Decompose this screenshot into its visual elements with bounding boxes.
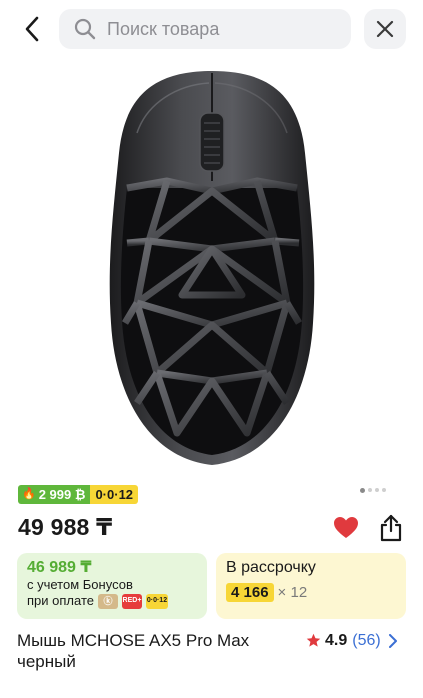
product-rating[interactable]: 4.9 (56) (306, 630, 399, 651)
chevron-left-icon (25, 16, 39, 42)
pagination-dot (382, 488, 386, 492)
installment-card[interactable]: В рассрочку 4 166 × 12 (216, 553, 406, 619)
product-image-gallery[interactable] (0, 58, 423, 478)
bonus-badge: 🔥 2 999 ₿ (18, 485, 91, 504)
pagination-dot-active (360, 487, 365, 493)
chevron-right-icon (388, 633, 397, 648)
rating-value: 4.9 (325, 631, 348, 649)
installment-logo-icon: 0·0·12 (145, 593, 168, 609)
bonus-price-caption: с учетом Бонусов (27, 577, 133, 592)
review-count-link[interactable]: (56) (352, 632, 380, 650)
bonus-badge-label: 2 999 ₿ (38, 487, 86, 502)
search-icon (74, 18, 96, 40)
flame-icon: 🔥 (22, 488, 36, 500)
pagination-dot (368, 488, 372, 492)
bonus-price-card[interactable]: 46 989 ₸ с учетом Бонусов при оплате ⓚ R… (17, 553, 207, 619)
installment-title: В рассрочку (226, 559, 316, 576)
installment-months: × 12 (277, 584, 308, 601)
close-button[interactable] (364, 9, 406, 49)
installment-badge: 0·0·12 (90, 485, 139, 504)
product-image (109, 71, 314, 465)
payment-methods-row: при оплате ⓚ RED+ 0·0·12 (27, 593, 197, 609)
product-price: 49 988 ₸ (18, 514, 113, 540)
payment-caption: при оплате (27, 593, 94, 608)
product-title: Мышь MCHOSE AX5 Pro Max черный (17, 631, 250, 671)
favorite-button[interactable] (330, 512, 362, 544)
installment-row: 4 166 × 12 (226, 583, 396, 602)
installment-amount: 4 166 (226, 583, 274, 602)
search-input[interactable] (107, 18, 327, 40)
red-plus-logo-icon: RED+ (121, 593, 142, 609)
bonus-price: 46 989 ₸ (27, 559, 92, 576)
top-bar (0, 0, 423, 58)
back-button[interactable] (14, 12, 50, 46)
kaspi-logo-icon: ⓚ (97, 593, 118, 609)
gallery-pagination (360, 487, 386, 493)
promo-badges: 🔥 2 999 ₿ 0·0·12 (18, 485, 139, 504)
close-icon (376, 20, 394, 38)
heart-icon (334, 517, 358, 538)
share-icon (380, 514, 402, 542)
search-field[interactable] (59, 9, 351, 49)
star-icon (306, 633, 321, 647)
pagination-dot (375, 488, 379, 492)
share-button[interactable] (374, 511, 408, 545)
